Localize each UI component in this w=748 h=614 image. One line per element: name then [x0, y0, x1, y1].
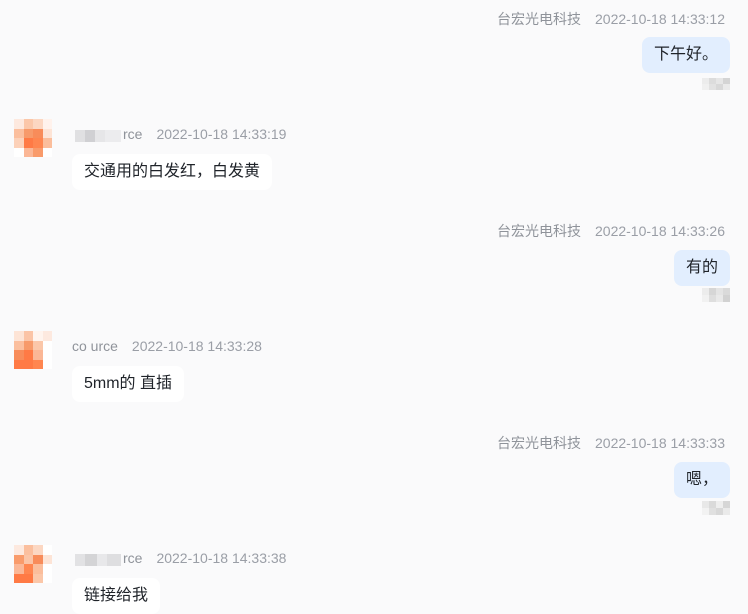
user-avatar[interactable] — [14, 119, 52, 157]
user-avatar[interactable] — [14, 545, 52, 583]
message-bubble[interactable]: 下午好。 — [641, 37, 730, 73]
message-meta: rce 2022-10-18 14:33:38 — [75, 550, 287, 567]
sender-name[interactable]: 台宏光电科技 — [497, 435, 581, 451]
blurred-name — [75, 129, 121, 143]
message-time: 2022-10-18 14:33:33 — [595, 435, 725, 451]
sender-name[interactable]: rce — [75, 126, 142, 143]
message-meta: 台宏光电科技 2022-10-18 14:33:26 — [497, 221, 725, 241]
message-bubble[interactable]: 有的 — [673, 250, 730, 286]
user-avatar[interactable] — [14, 331, 52, 369]
message-time: 2022-10-18 14:33:28 — [131, 338, 262, 354]
read-status-blurred — [702, 78, 730, 90]
sender-name[interactable]: rce — [75, 550, 142, 567]
sender-name[interactable]: 台宏光电科技 — [497, 11, 581, 27]
message-time: 2022-10-18 14:33:38 — [156, 550, 287, 566]
message-meta: 台宏光电科技 2022-10-18 14:33:12 — [497, 9, 725, 29]
message-time: 2022-10-18 14:33:12 — [595, 11, 725, 27]
message-time: 2022-10-18 14:33:26 — [595, 223, 725, 239]
message-bubble[interactable]: 5mm的 直插 — [72, 366, 185, 402]
message-meta: 台宏光电科技 2022-10-18 14:33:33 — [497, 433, 725, 453]
message-meta: rce 2022-10-18 14:33:19 — [75, 126, 287, 143]
message-meta: co urce 2022-10-18 14:33:28 — [72, 338, 262, 354]
message-bubble[interactable]: 嗯， — [673, 462, 730, 498]
read-status-blurred — [702, 501, 730, 515]
message-time: 2022-10-18 14:33:19 — [156, 126, 287, 142]
message-bubble[interactable]: 交通用的白发红，白发黄 — [72, 154, 273, 190]
message-bubble[interactable]: 链接给我 — [72, 578, 161, 614]
blurred-name — [75, 553, 121, 567]
sender-name[interactable]: 台宏光电科技 — [497, 223, 581, 239]
read-status-blurred — [702, 288, 730, 302]
sender-name[interactable]: co urce — [72, 338, 118, 354]
